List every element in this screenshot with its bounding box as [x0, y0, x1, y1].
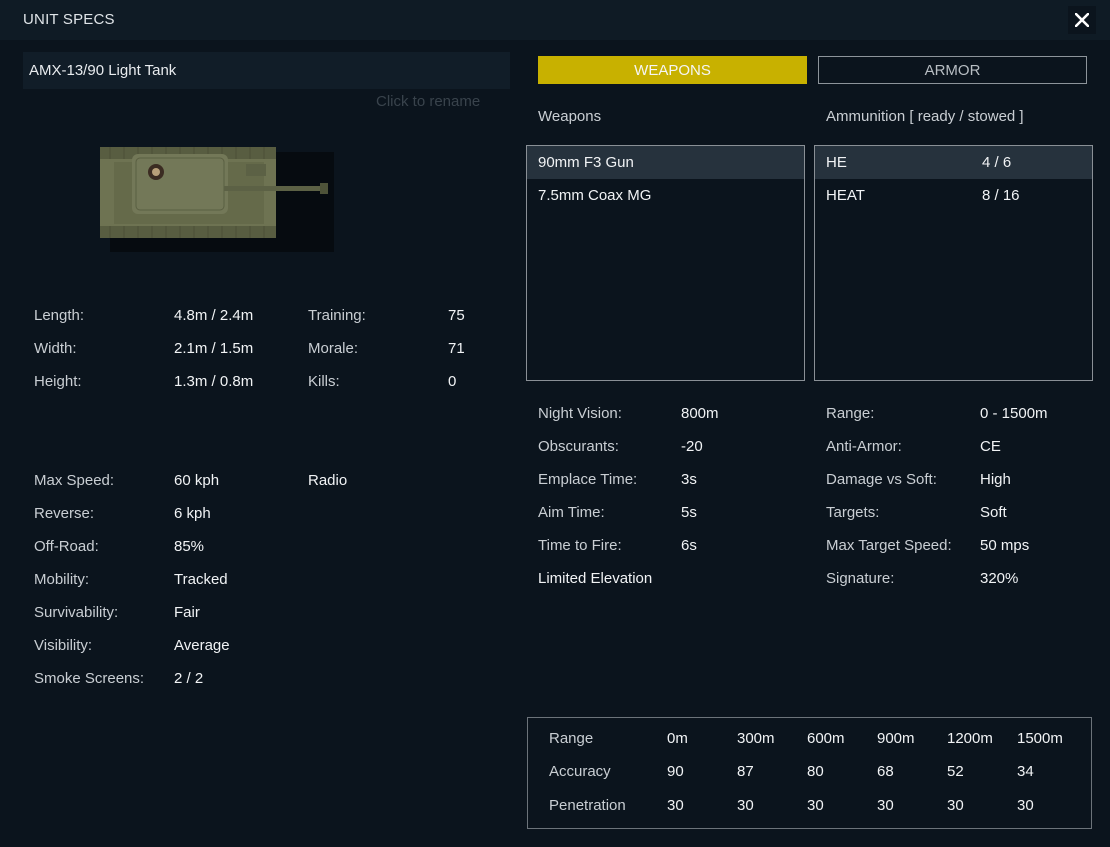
survivability-value: Fair [174, 604, 200, 621]
night-vision-value: 800m [681, 405, 719, 422]
kills-label: Kills: [308, 373, 340, 390]
weapon-row[interactable]: 7.5mm Coax MG [527, 179, 804, 212]
tab-weapons[interactable]: WEAPONS [538, 56, 807, 84]
ammo-count: 4 / 6 [982, 154, 1012, 171]
close-button[interactable] [1068, 6, 1096, 34]
survivability-label: Survivability: [34, 604, 119, 621]
penetration-cell: 30 [947, 797, 964, 814]
reverse-value: 6 kph [174, 505, 211, 522]
range-row-label: Range [549, 730, 594, 747]
penetration-cell: 30 [877, 797, 894, 814]
signature-value: 320% [980, 570, 1019, 587]
weapon-row-selected[interactable]: 90mm F3 Gun [527, 146, 804, 179]
height-label: Height: [34, 373, 82, 390]
ammo-row-selected[interactable]: HE 4 / 6 [815, 146, 1092, 179]
range-label: Range: [826, 405, 875, 422]
penetration-cell: 30 [807, 797, 824, 814]
obscurants-label: Obscurants: [538, 438, 619, 455]
damage-vs-soft-label: Damage vs Soft: [826, 471, 937, 488]
emplace-time-label: Emplace Time: [538, 471, 638, 488]
unit-name-field[interactable]: AMX-13/90 Light Tank [23, 52, 510, 89]
kills-value: 0 [448, 373, 457, 390]
ammo-row[interactable]: HEAT 8 / 16 [815, 179, 1092, 212]
accuracy-cell: 34 [1017, 763, 1034, 780]
smoke-screens-label: Smoke Screens: [34, 670, 145, 687]
height-value: 1.3m / 0.8m [174, 373, 254, 390]
max-speed-label: Max Speed: [34, 472, 115, 489]
range-cell: 900m [877, 730, 915, 747]
weapon-name: 7.5mm Coax MG [538, 187, 652, 204]
training-value: 75 [448, 307, 465, 324]
smoke-screens-value: 2 / 2 [174, 670, 204, 687]
width-value: 2.1m / 1.5m [174, 340, 254, 357]
length-label: Length: [34, 307, 85, 324]
accuracy-cell: 87 [737, 763, 754, 780]
morale-label: Morale: [308, 340, 359, 357]
anti-armor-label: Anti-Armor: [826, 438, 902, 455]
limited-elevation-note: Limited Elevation [538, 570, 653, 587]
range-cell: 1500m [1017, 730, 1063, 747]
range-table: Range 0m 300m 600m 900m 1200m 1500m Accu… [527, 717, 1092, 829]
reverse-label: Reverse: [34, 505, 95, 522]
emplace-time-value: 3s [681, 471, 697, 488]
aim-time-value: 5s [681, 504, 697, 521]
range-cell: 0m [667, 730, 688, 747]
visibility-label: Visibility: [34, 637, 93, 654]
accuracy-row-label: Accuracy [549, 763, 611, 780]
penetration-cell: 30 [737, 797, 754, 814]
max-target-speed-label: Max Target Speed: [826, 537, 952, 554]
aim-time-label: Aim Time: [538, 504, 605, 521]
max-target-speed-value: 50 mps [980, 537, 1030, 554]
title-bar: UNIT SPECS [0, 0, 1110, 40]
unit-image [100, 147, 334, 252]
range-cell: 600m [807, 730, 845, 747]
damage-vs-soft-value: High [980, 471, 1011, 488]
accuracy-cell: 52 [947, 763, 964, 780]
mobility-value: Tracked [174, 571, 228, 588]
width-label: Width: [34, 340, 77, 357]
range-cell: 1200m [947, 730, 993, 747]
ammunition-list[interactable]: HE 4 / 6 HEAT 8 / 16 [814, 145, 1093, 381]
visibility-value: Average [174, 637, 230, 654]
length-value: 4.8m / 2.4m [174, 307, 254, 324]
accuracy-cell: 80 [807, 763, 824, 780]
penetration-cell: 30 [1017, 797, 1034, 814]
obscurants-value: -20 [681, 438, 703, 455]
mobility-label: Mobility: [34, 571, 90, 588]
rename-hint[interactable]: Click to rename [376, 93, 480, 110]
weapons-header: Weapons [538, 108, 602, 125]
morale-value: 71 [448, 340, 465, 357]
targets-value: Soft [980, 504, 1007, 521]
off-road-label: Off-Road: [34, 538, 99, 555]
max-speed-value: 60 kph [174, 472, 220, 489]
signature-label: Signature: [826, 570, 895, 587]
penetration-row-label: Penetration [549, 797, 626, 814]
weapons-list[interactable]: 90mm F3 Gun 7.5mm Coax MG [526, 145, 805, 381]
off-road-value: 85% [174, 538, 205, 555]
feature-radio: Radio [308, 472, 348, 489]
night-vision-label: Night Vision: [538, 405, 622, 422]
tab-armor[interactable]: ARMOR [818, 56, 1087, 84]
accuracy-cell: 68 [877, 763, 894, 780]
targets-label: Targets: [826, 504, 880, 521]
time-to-fire-label: Time to Fire: [538, 537, 622, 554]
ammo-type: HE [826, 154, 847, 171]
ammunition-header: Ammunition [ ready / stowed ] [826, 108, 1024, 125]
range-value: 0 - 1500m [980, 405, 1048, 422]
ammo-type: HEAT [826, 187, 865, 204]
close-icon [1075, 13, 1089, 27]
anti-armor-value: CE [980, 438, 1001, 455]
penetration-cell: 30 [667, 797, 684, 814]
training-label: Training: [308, 307, 366, 324]
window-title: UNIT SPECS [23, 11, 115, 28]
ammo-count: 8 / 16 [982, 187, 1020, 204]
weapon-name: 90mm F3 Gun [538, 154, 634, 171]
accuracy-cell: 90 [667, 763, 684, 780]
range-cell: 300m [737, 730, 775, 747]
time-to-fire-value: 6s [681, 537, 697, 554]
